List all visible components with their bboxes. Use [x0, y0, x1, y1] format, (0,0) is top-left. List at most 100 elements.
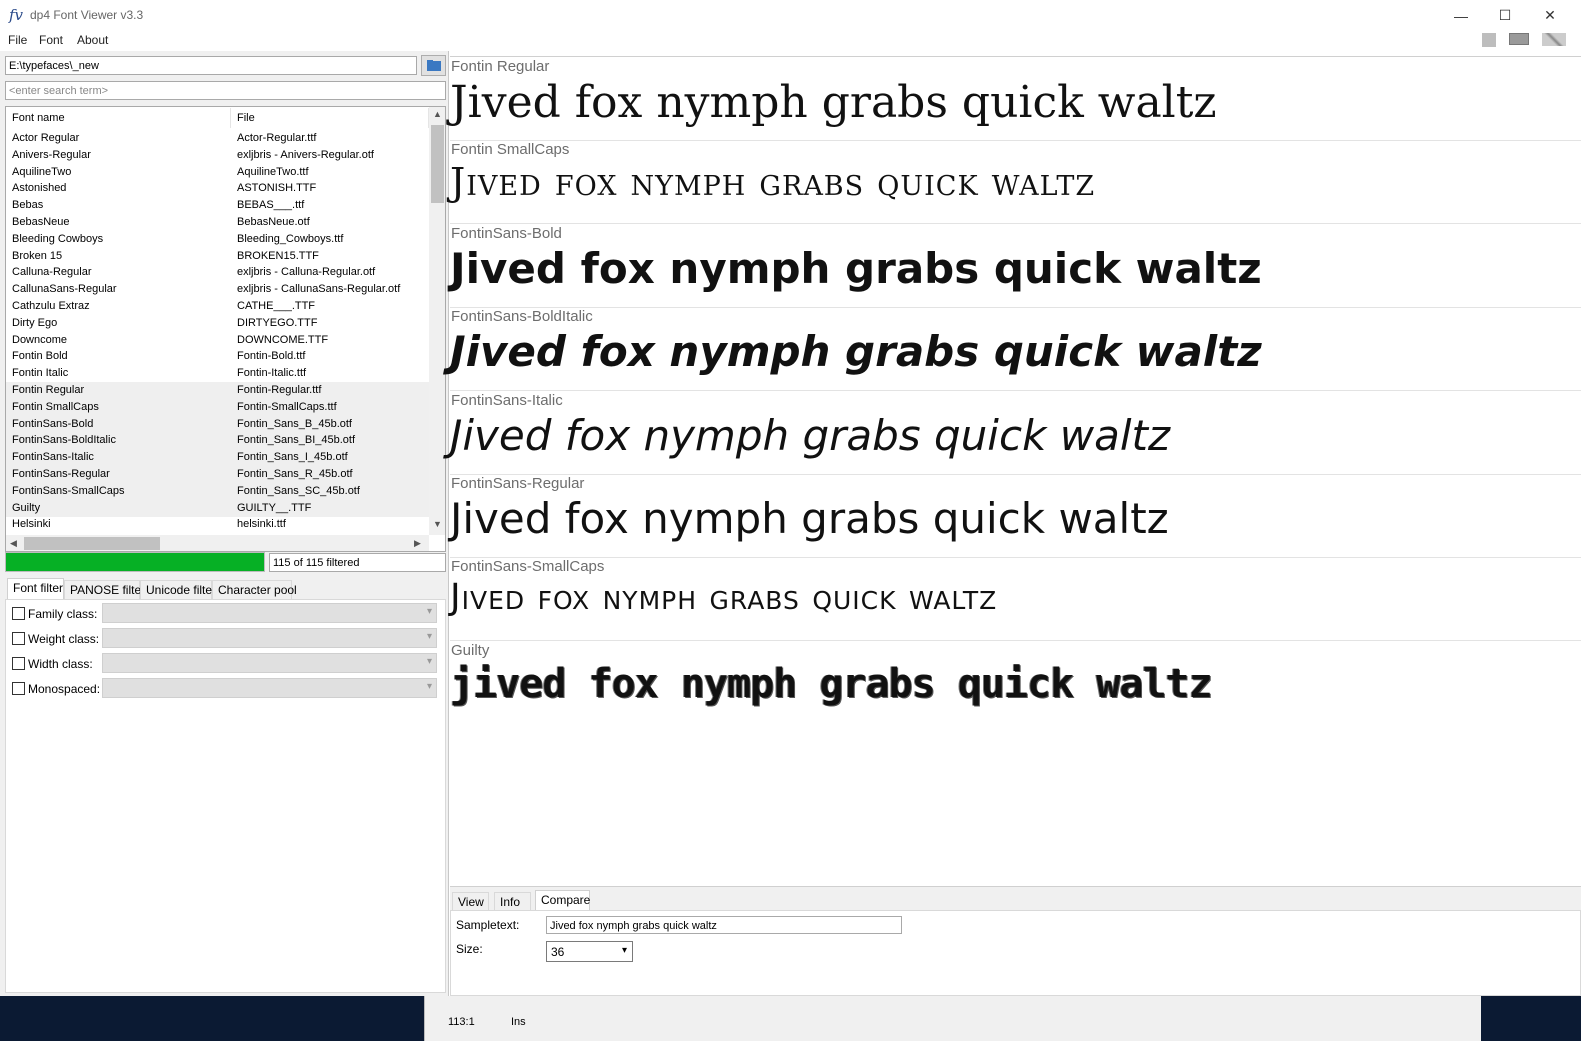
font-file-cell: Fontin-Regular.ttf: [237, 384, 322, 396]
font-list[interactable]: Font name File Actor Regular Actor-Regula…: [5, 106, 446, 552]
font-name-cell: BebasNeue: [12, 216, 70, 228]
font-file-cell: Actor-Regular.ttf: [237, 132, 317, 144]
menu-file[interactable]: File: [8, 33, 27, 47]
font-list-row[interactable]: FontinSans-Bold Fontin_Sans_B_45b.otf: [6, 415, 429, 433]
menu-about[interactable]: About: [77, 33, 108, 47]
browse-folder-button[interactable]: [421, 55, 446, 76]
font-file-cell: Bleeding_Cowboys.ttf: [237, 232, 344, 245]
font-list-row[interactable]: FontinSans-SmallCaps Fontin_Sans_SC_45b.o…: [6, 482, 429, 500]
folder-icon: [427, 60, 441, 71]
font-file-cell: DIRTYEGO.TTF: [237, 316, 318, 329]
sample-separator: [450, 223, 1581, 225]
font-name-cell: Actor Regular: [12, 132, 80, 144]
tab-unicode-filter[interactable]: Unicode filter: [140, 580, 216, 599]
font-name-cell: Cathzulu Extraz: [12, 300, 90, 312]
font-name-cell: Anivers-Regular: [12, 148, 91, 161]
font-list-row[interactable]: Cathzulu Extraz CATHE___.TTF: [6, 298, 429, 315]
font-list-row[interactable]: Anivers-Regular exljbris - Anivers-Regula…: [6, 147, 429, 164]
folder-path-input[interactable]: E:\typefaces\_new: [5, 56, 417, 75]
column-header-file[interactable]: File: [231, 108, 429, 128]
font-list-row[interactable]: CallunaSans-Regular exljbris - CallunaSan…: [6, 281, 429, 298]
sample-text-preview: jived fox nymph grabs quick waltz: [450, 660, 1213, 707]
uk-flag-icon[interactable]: [1542, 33, 1566, 46]
scroll-left-icon[interactable]: ◀: [10, 538, 17, 549]
maximize-button[interactable]: ☐: [1482, 0, 1528, 31]
font-list-row[interactable]: Downcome DOWNCOME.TTF: [6, 332, 429, 349]
font-list-row[interactable]: Bebas BEBAS___.ttf: [6, 197, 429, 214]
font-list-row[interactable]: FontinSans-BoldItalic Fontin_Sans_BI_45b.…: [6, 432, 429, 450]
font-name-cell: AquilineTwo: [12, 165, 72, 178]
font-list-row[interactable]: AquilineTwo AquilineTwo.ttf: [6, 164, 429, 181]
chevron-down-icon: ▾: [426, 681, 432, 692]
font-name-cell: FontinSans-SmallCaps: [12, 484, 125, 497]
font-list-row[interactable]: Fontin Regular Fontin-Regular.ttf: [6, 382, 429, 399]
tab-character-pool[interactable]: Character pool: [212, 580, 297, 599]
tab-font-filter[interactable]: Font filter: [7, 578, 64, 599]
font-list-row[interactable]: Calluna-Regular exljbris - Calluna-Regula…: [6, 264, 429, 281]
font-list-row[interactable]: FontinSans-Regular Fontin_Sans_R_45b.otf: [6, 466, 429, 483]
progress-fill: [6, 553, 264, 571]
vertical-scrollbar[interactable]: ▲ ▼: [429, 107, 445, 535]
scroll-down-icon[interactable]: ▼: [433, 519, 442, 529]
vertical-scroll-thumb[interactable]: [431, 125, 444, 203]
search-input[interactable]: <enter search term>: [5, 81, 446, 100]
sample-font-name: FontinSans-Regular: [451, 475, 585, 492]
font-list-row[interactable]: Actor Regular Actor-Regular.ttf: [6, 130, 429, 147]
menu-font[interactable]: Font: [39, 33, 63, 47]
status-strip: [424, 996, 1481, 1041]
font-file-cell: DOWNCOME.TTF: [237, 333, 329, 346]
font-file-cell: CATHE___.TTF: [237, 300, 316, 312]
font-file-cell: Fontin-SmallCaps.ttf: [237, 400, 337, 413]
font-name-cell: Fontin SmallCaps: [12, 400, 99, 413]
scroll-up-icon[interactable]: ▲: [433, 109, 442, 119]
font-name-cell: Dirty Ego: [12, 316, 58, 329]
sample-font-name: Guilty: [451, 641, 490, 659]
sample-text-preview: Jived fox nymph grabs quick waltz: [450, 494, 1169, 543]
width-class-select[interactable]: ▾: [102, 653, 437, 673]
tab-info[interactable]: Info: [494, 892, 531, 911]
tab-view[interactable]: View: [452, 892, 489, 911]
facebook-icon[interactable]: [1482, 33, 1496, 47]
family-class-select[interactable]: ▾: [102, 603, 437, 623]
chevron-down-icon: ▾: [426, 656, 432, 667]
font-file-cell: exljbris - Calluna-Regular.otf: [237, 266, 376, 279]
font-list-row[interactable]: FontinSans-Italic Fontin_Sans_I_45b.otf: [6, 449, 429, 467]
horizontal-scroll-thumb[interactable]: [24, 537, 160, 550]
font-list-row[interactable]: Helsinki helsinki.ttf: [6, 516, 429, 533]
font-list-row[interactable]: Fontin Bold Fontin-Bold.ttf: [6, 348, 429, 365]
font-name-cell: Bleeding Cowboys: [12, 232, 104, 245]
weight-class-checkbox[interactable]: [12, 632, 25, 645]
width-class-checkbox[interactable]: [12, 657, 25, 670]
font-name-cell: Bebas: [12, 199, 44, 212]
font-list-row[interactable]: Fontin Italic Fontin-Italic.ttf: [6, 365, 429, 382]
weight-class-select[interactable]: ▾: [102, 628, 437, 648]
horizontal-scrollbar[interactable]: ◀ ▶: [6, 535, 429, 551]
close-button[interactable]: ✕: [1527, 0, 1573, 31]
font-list-row[interactable]: Astonished ASTONISH.TTF: [6, 180, 429, 197]
font-list-row[interactable]: Broken 15 BROKEN15.TTF: [6, 248, 429, 265]
sampletext-input[interactable]: Jived fox nymph grabs quick waltz: [546, 916, 902, 934]
font-list-row[interactable]: Fontin SmallCaps Fontin-SmallCaps.ttf: [6, 398, 429, 416]
column-header-font-name[interactable]: Font name: [6, 108, 231, 128]
sample-text-preview: Jived fox nymph grabs quick waltz: [450, 410, 1171, 460]
font-list-row[interactable]: BebasNeue BebasNeue.otf: [6, 214, 429, 231]
tab-compare[interactable]: Compare: [535, 890, 590, 911]
width-class-label: Width class:: [28, 657, 93, 671]
family-class-checkbox[interactable]: [12, 607, 25, 620]
keyboard-icon[interactable]: [1509, 33, 1529, 45]
size-select[interactable]: 36 ▾: [546, 941, 633, 962]
filter-count-field: 115 of 115 filtered: [269, 553, 446, 572]
sample-separator: [450, 140, 1581, 141]
sample-font-name: FontinSans-Italic: [451, 391, 563, 409]
font-name-cell: Fontin Bold: [12, 350, 68, 363]
font-list-row[interactable]: Guilty GUILTY__.TTF: [6, 499, 429, 517]
tab-panose-filter[interactable]: PANOSE filter: [64, 580, 145, 599]
scroll-right-icon[interactable]: ▶: [414, 538, 421, 549]
font-list-row[interactable]: Dirty Ego DIRTYEGO.TTF: [6, 315, 429, 332]
font-list-row[interactable]: Bleeding Cowboys Bleeding_Cowboys.ttf: [6, 231, 429, 248]
font-file-cell: Fontin-Bold.ttf: [237, 350, 306, 363]
size-value: 36: [551, 945, 565, 959]
monospaced-select[interactable]: ▾: [102, 678, 437, 698]
monospaced-checkbox[interactable]: [12, 682, 25, 695]
minimize-button[interactable]: —: [1438, 0, 1484, 31]
